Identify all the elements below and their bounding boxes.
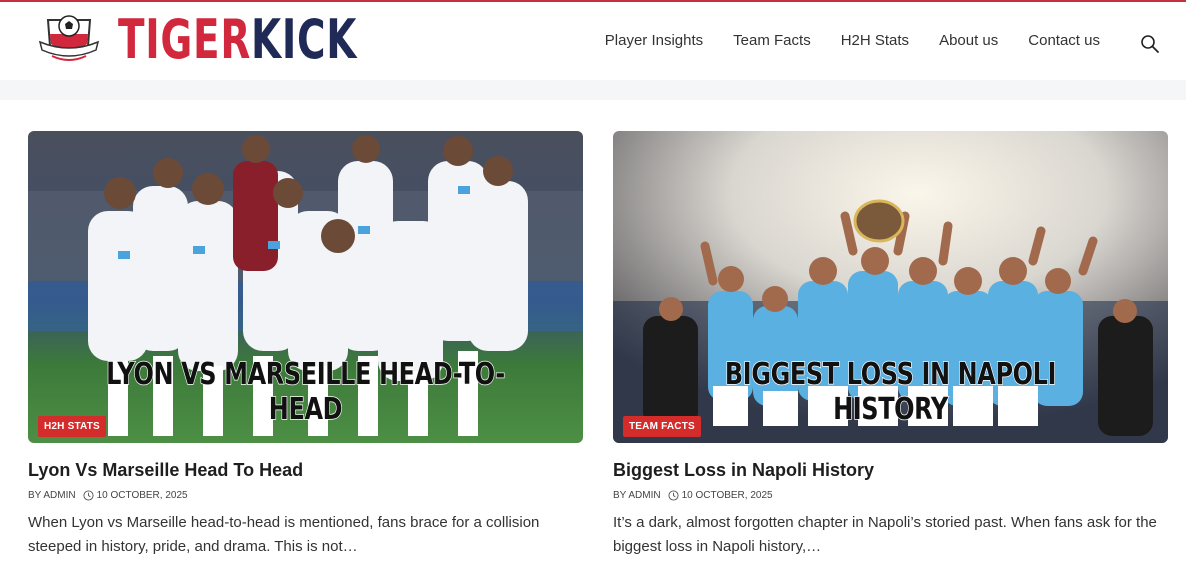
- nav-team-facts[interactable]: Team Facts: [733, 32, 811, 49]
- post-thumbnail[interactable]: BIGGEST LOSS IN NAPOLI HISTORY TEAM FACT…: [613, 131, 1168, 443]
- post-meta: BY ADMIN 10 OCTOBER, 2025: [613, 490, 1168, 501]
- post-author[interactable]: BY ADMIN: [613, 490, 661, 501]
- nav-contact-us[interactable]: Contact us: [1028, 32, 1100, 49]
- nav-player-insights[interactable]: Player Insights: [605, 32, 703, 49]
- clock-icon: [668, 490, 679, 501]
- category-badge[interactable]: H2H STATS: [38, 416, 106, 437]
- post-title[interactable]: Lyon Vs Marseille Head To Head: [28, 460, 583, 481]
- brand-part-tiger: TIGER: [118, 8, 251, 71]
- post-author[interactable]: BY ADMIN: [28, 490, 76, 501]
- search-icon[interactable]: [1140, 34, 1160, 54]
- category-badge[interactable]: TEAM FACTS: [623, 416, 701, 437]
- nav-about-us[interactable]: About us: [939, 32, 998, 49]
- brand-part-kick: KICK: [250, 8, 358, 71]
- header-divider-band: [0, 80, 1186, 100]
- post-date: 10 OCTOBER, 2025: [681, 490, 773, 501]
- football-crest-icon: [38, 15, 100, 61]
- post-excerpt: When Lyon vs Marseille head-to-head is m…: [28, 514, 540, 555]
- post-date: 10 OCTOBER, 2025: [96, 490, 188, 501]
- nav-h2h-stats[interactable]: H2H Stats: [841, 32, 909, 49]
- site-header: TIGERKICK Player Insights Team Facts H2H…: [0, 2, 1186, 80]
- brand-wordmark: TIGERKICK: [118, 12, 357, 68]
- post-card: BIGGEST LOSS IN NAPOLI HISTORY TEAM FACT…: [613, 131, 1168, 559]
- thumbnail-caption: BIGGEST LOSS IN NAPOLI HISTORY: [724, 356, 1057, 428]
- post-card: LYON VS MARSEILLE HEAD-TO-HEAD H2H STATS…: [28, 131, 583, 559]
- post-excerpt: It’s a dark, almost forgotten chapter in…: [613, 514, 1157, 555]
- site-logo[interactable]: TIGERKICK: [38, 12, 450, 68]
- thumbnail-caption: LYON VS MARSEILLE HEAD-TO-HEAD: [106, 356, 506, 428]
- main-nav: Player Insights Team Facts H2H Stats Abo…: [575, 32, 1100, 49]
- post-meta: BY ADMIN 10 OCTOBER, 2025: [28, 490, 583, 501]
- post-title[interactable]: Biggest Loss in Napoli History: [613, 460, 1168, 481]
- post-thumbnail[interactable]: LYON VS MARSEILLE HEAD-TO-HEAD H2H STATS: [28, 131, 583, 443]
- clock-icon: [83, 490, 94, 501]
